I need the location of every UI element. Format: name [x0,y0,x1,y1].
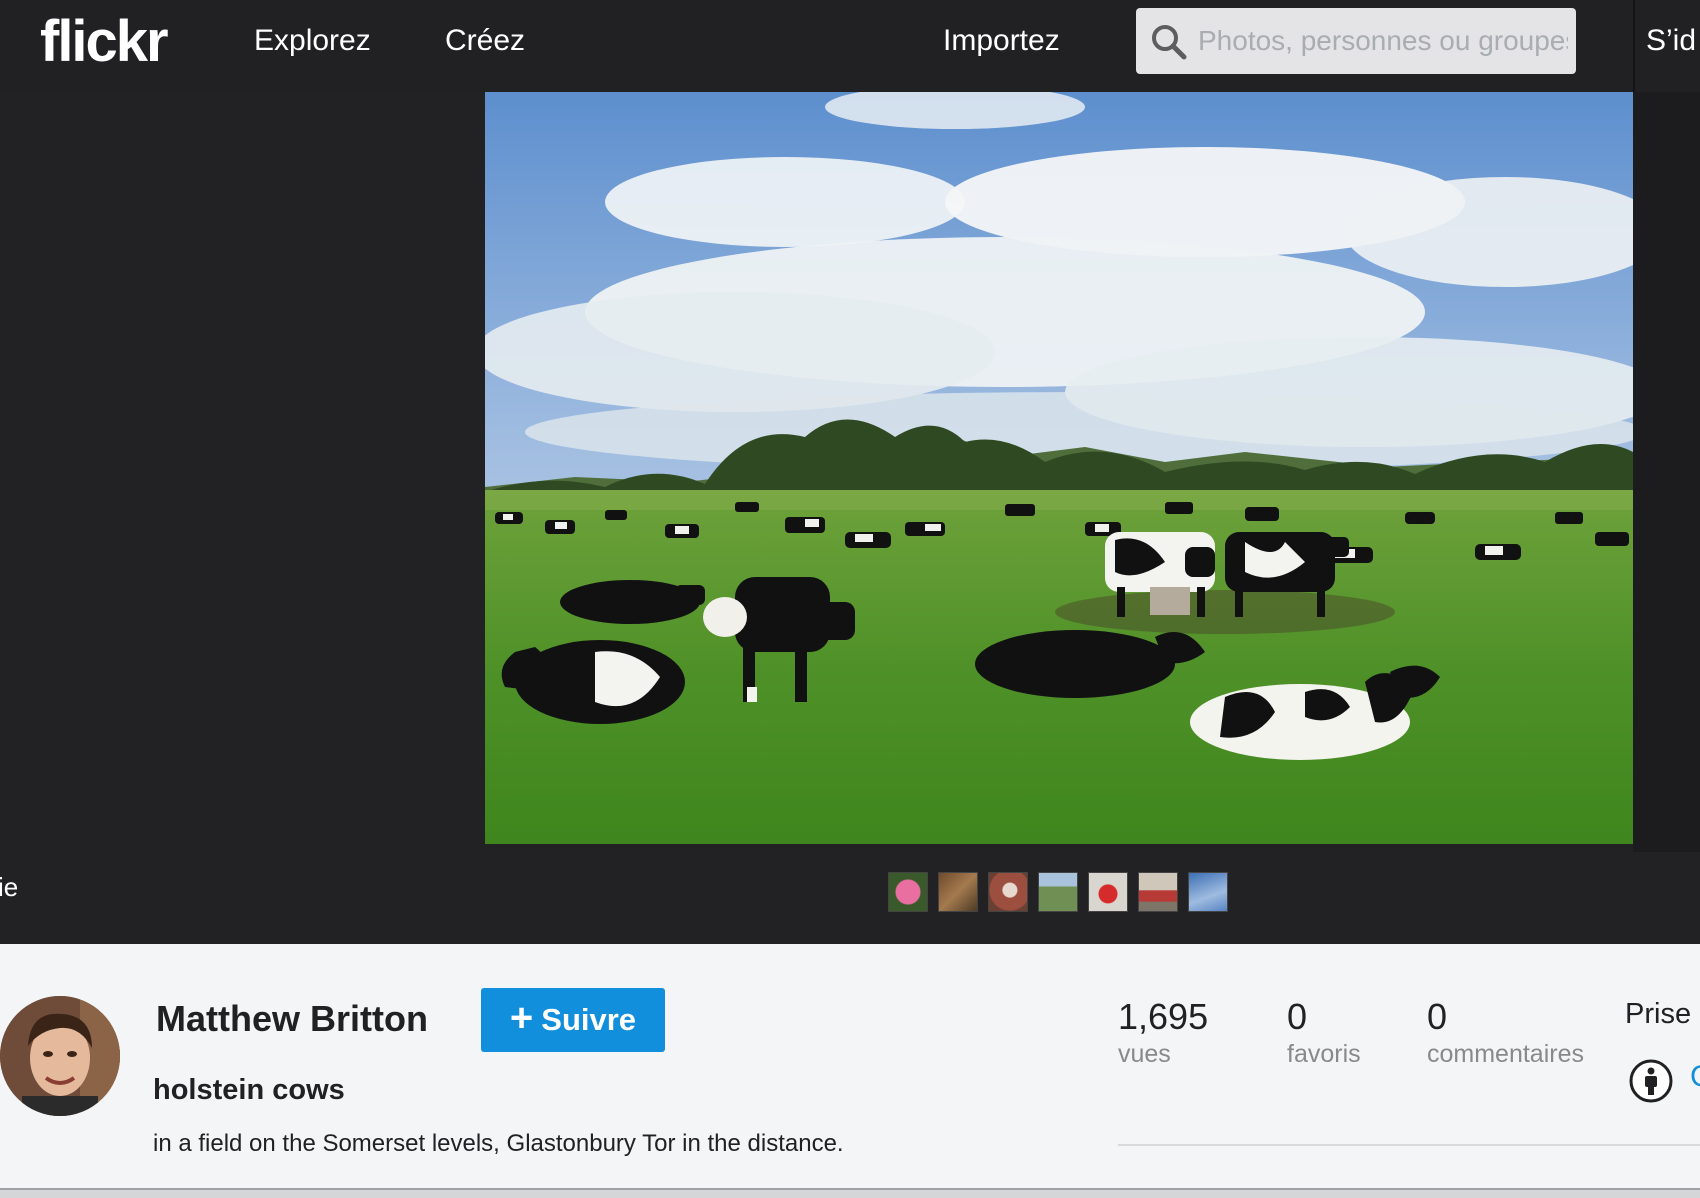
faves-label: favoris [1287,1040,1361,1068]
top-nav: flickr Explorez Créez Importez S’id [0,0,1700,92]
nav-create-link[interactable]: Créez [445,24,525,58]
owner-avatar[interactable] [0,996,120,1116]
red-sign-thumb[interactable] [1138,872,1178,912]
pink-flower-thumb[interactable] [888,872,928,912]
license-link[interactable]: C [1690,1060,1700,1094]
owner-name[interactable]: Matthew Britton [156,998,428,1040]
nav-divider [1633,0,1635,92]
cows-field-photo [485,92,1633,844]
flickr-logo[interactable]: flickr [40,8,169,75]
page-bottom-border [0,1188,1700,1198]
stage-right-band [1633,92,1700,852]
views-count: 1,695 [1118,996,1209,1037]
nav-upload-link[interactable]: Importez [943,24,1060,58]
comments-stat[interactable]: 0 commentaires [1427,996,1584,1069]
animal-thumb[interactable] [938,872,978,912]
faves-count: 0 [1287,996,1308,1037]
left-edge-label[interactable]: ie [0,872,18,903]
comments-label: commentaires [1427,1040,1584,1068]
plus-icon: + [509,996,534,1040]
avatar-image [0,996,120,1116]
photo-stage: ie [0,92,1700,944]
follow-button[interactable]: + Suivre [481,988,665,1052]
sign-thumb[interactable] [988,872,1028,912]
search-box[interactable] [1136,8,1576,74]
photo-title: holstein cows [153,1074,345,1106]
landscape-thumb[interactable] [1038,872,1078,912]
photo-info-panel: Matthew Britton + Suivre holstein cows i… [0,944,1700,1188]
red-object-thumb[interactable] [1088,872,1128,912]
stats-divider [1118,1144,1700,1146]
follow-label: Suivre [541,1002,637,1037]
search-input[interactable] [1198,16,1568,66]
taken-date-label: Prise [1625,998,1692,1030]
nav-signin-link[interactable]: S’id [1646,24,1696,58]
photo-description: in a field on the Somerset levels, Glast… [153,1130,844,1157]
views-label: vues [1118,1040,1171,1068]
search-icon[interactable] [1150,23,1188,61]
views-stat: 1,695 vues [1118,996,1208,1069]
faves-stat[interactable]: 0 favoris [1287,996,1361,1069]
main-photo[interactable] [485,92,1633,844]
photostream-filmstrip [888,872,1228,912]
license-attribution-icon[interactable] [1628,1058,1674,1104]
blue-sky-thumb[interactable] [1188,872,1228,912]
comments-count: 0 [1427,996,1448,1037]
nav-explore-link[interactable]: Explorez [254,24,371,58]
